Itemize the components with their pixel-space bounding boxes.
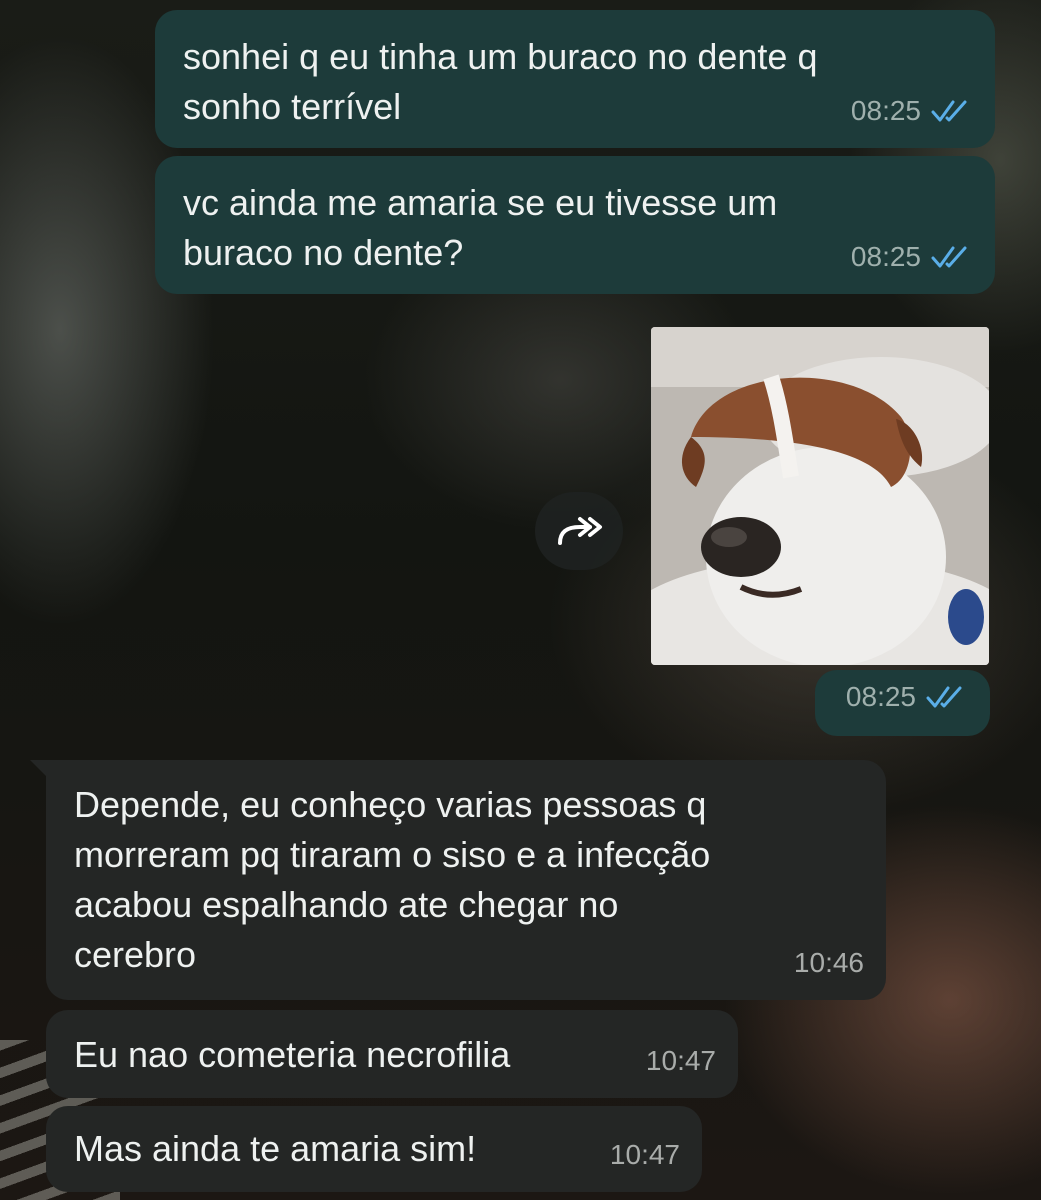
message-meta: 10:47 xyxy=(610,1130,680,1180)
message-text: sonhei q eu tinha um buraco no dente q s… xyxy=(183,36,818,127)
message-text: Eu nao cometeria necrofilia xyxy=(74,1034,511,1075)
forward-arrow-icon xyxy=(558,517,602,545)
message-bubble-outgoing[interactable]: 08:25 xyxy=(815,670,990,736)
message-bubble-outgoing[interactable]: vc ainda me amaria se eu tivesse um bura… xyxy=(155,156,995,294)
message-time: 10:46 xyxy=(793,947,864,978)
message-bubble-outgoing[interactable]: sonhei q eu tinha um buraco no dente q s… xyxy=(155,10,995,148)
message-text: vc ainda me amaria se eu tivesse um bura… xyxy=(183,182,778,273)
dog-image-illustration xyxy=(651,327,989,665)
message-time: 08:25 xyxy=(850,95,921,126)
dog-gif-image[interactable] xyxy=(651,327,989,665)
message-time: 10:47 xyxy=(645,1045,716,1076)
bubble-tail xyxy=(30,760,52,782)
double-check-icon xyxy=(931,246,967,268)
message-meta: 10:47 xyxy=(646,1036,716,1086)
message-time: 10:47 xyxy=(609,1139,680,1170)
message-meta: 08:25 xyxy=(846,672,968,722)
message-bubble-incoming[interactable]: Eu nao cometeria necrofilia 10:47 xyxy=(46,1010,738,1098)
message-bubble-incoming[interactable]: Mas ainda te amaria sim! 10:47 xyxy=(46,1106,702,1192)
forward-button[interactable] xyxy=(535,492,623,570)
message-text: Mas ainda te amaria sim! xyxy=(74,1128,477,1169)
double-check-icon xyxy=(931,100,967,122)
message-meta: 10:46 xyxy=(794,938,864,988)
message-meta: 08:25 xyxy=(851,86,973,136)
message-time: 08:25 xyxy=(845,681,916,712)
double-check-icon xyxy=(926,686,962,708)
message-bubble-incoming[interactable]: Depende, eu conheço varias pessoas q mor… xyxy=(30,760,886,1000)
message-text: Depende, eu conheço varias pessoas q mor… xyxy=(74,784,711,975)
message-meta: 08:25 xyxy=(851,232,973,282)
message-time: 08:25 xyxy=(850,241,921,272)
